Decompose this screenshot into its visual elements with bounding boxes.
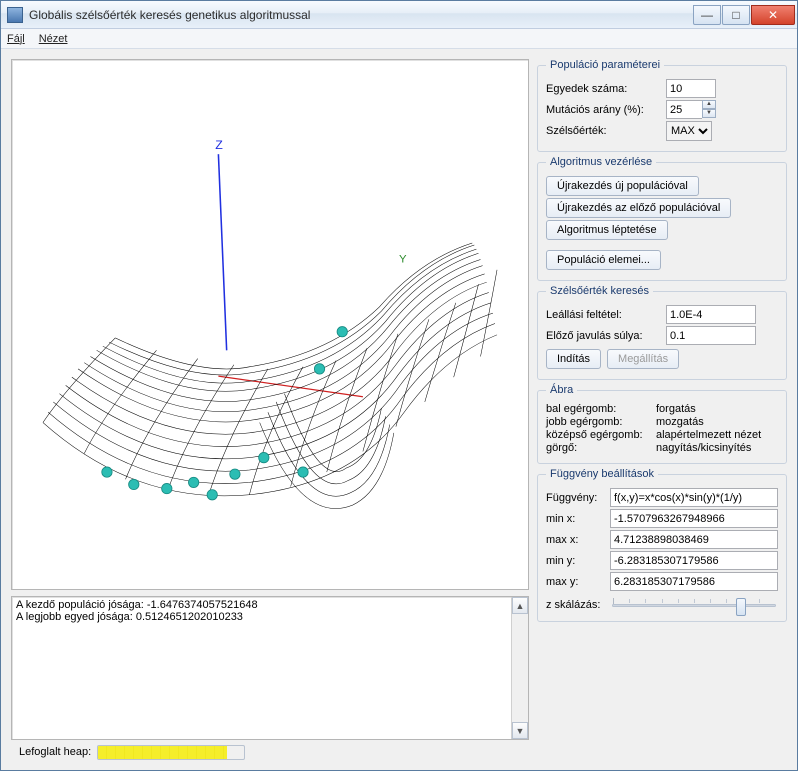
svg-text:Y: Y — [399, 254, 407, 266]
surface-plot[interactable]: Z Y — [11, 59, 529, 590]
statusbar: Lefoglalt heap: — [11, 740, 787, 764]
surface-svg: Z Y — [12, 60, 528, 589]
population-group: Populáció paraméterei Egyedek száma: Mut… — [537, 59, 787, 152]
count-label: Egyedek száma: — [546, 83, 660, 95]
log-line-1: A kezdő populáció jósága: -1.64763740575… — [16, 599, 524, 611]
hint-left-value: forgatás — [656, 403, 696, 415]
menu-file[interactable]: Fájl — [7, 33, 25, 45]
figure-legend: Ábra — [546, 384, 577, 396]
figure-group: Ábra bal egérgomb:forgatás jobb egérgomb… — [537, 384, 787, 464]
minimize-button[interactable]: — — [693, 5, 721, 25]
mutation-label: Mutációs arány (%): — [546, 104, 660, 116]
zscale-slider[interactable] — [610, 604, 778, 607]
slider-thumb[interactable] — [736, 598, 746, 616]
hint-middle-value: alapértelmezett nézet — [656, 429, 761, 441]
minx-label: min x: — [546, 513, 604, 525]
spin-up-icon[interactable]: ▲ — [702, 100, 716, 109]
count-input[interactable] — [666, 79, 716, 98]
hint-wheel-label: görgő: — [546, 442, 656, 454]
start-button[interactable]: Indítás — [546, 349, 601, 369]
left-column: Z Y — [11, 59, 529, 740]
restart-prev-button[interactable]: Újrakezdés az előző populációval — [546, 198, 731, 218]
extreme-select[interactable]: MAX — [666, 121, 712, 141]
titlebar: Globális szélsőérték keresés genetikus a… — [1, 1, 797, 29]
close-button[interactable]: ✕ — [751, 5, 795, 25]
step-button[interactable]: Algoritmus léptetése — [546, 220, 668, 240]
prev-weight-input[interactable] — [666, 326, 756, 345]
maxy-label: max y: — [546, 576, 604, 588]
window-title: Globális szélsőérték keresés genetikus a… — [29, 8, 692, 22]
restart-new-button[interactable]: Újrakezdés új populációval — [546, 176, 699, 196]
client-area: Z Y — [1, 49, 797, 770]
heap-label: Lefoglalt heap: — [19, 746, 91, 758]
prev-weight-label: Előző javulás súlya: — [546, 330, 660, 342]
log-scrollbar[interactable]: ▲ ▼ — [511, 597, 528, 739]
elements-button[interactable]: Populáció elemei... — [546, 250, 661, 270]
mutation-spinner[interactable]: ▲ ▼ — [666, 100, 716, 119]
function-group: Függvény beállítások Függvény: min x: ma… — [537, 468, 787, 622]
zscale-label: z skálázás: — [546, 599, 604, 611]
heap-progress-fill — [98, 746, 226, 759]
menubar: Fájl Nézet — [1, 29, 797, 49]
hint-middle-label: középső egérgomb: — [546, 429, 656, 441]
hint-wheel-value: nagyítás/kicsinyítés — [656, 442, 751, 454]
hint-right-value: mozgatás — [656, 416, 704, 428]
mutation-input[interactable] — [666, 100, 702, 119]
stop-label: Leállási feltétel: — [546, 309, 660, 321]
population-legend: Populáció paraméterei — [546, 59, 664, 71]
fn-label: Függvény: — [546, 492, 604, 504]
svg-text:Z: Z — [215, 138, 223, 152]
minx-input[interactable] — [610, 509, 778, 528]
spin-down-icon[interactable]: ▼ — [702, 109, 716, 118]
miny-input[interactable] — [610, 551, 778, 570]
scroll-down-icon[interactable]: ▼ — [512, 722, 528, 739]
app-icon — [7, 7, 23, 23]
menu-view[interactable]: Nézet — [39, 33, 68, 45]
window-controls: — □ ✕ — [692, 5, 795, 25]
maximize-button[interactable]: □ — [722, 5, 750, 25]
main-row: Z Y — [11, 59, 787, 740]
control-legend: Algoritmus vezérlése — [546, 156, 656, 168]
function-legend: Függvény beállítások — [546, 468, 658, 480]
hint-right-label: jobb egérgomb: — [546, 416, 656, 428]
scroll-up-icon[interactable]: ▲ — [512, 597, 528, 614]
extreme-label: Szélsőérték: — [546, 125, 660, 137]
app-window: Globális szélsőérték keresés genetikus a… — [0, 0, 798, 771]
right-column: Populáció paraméterei Egyedek száma: Mut… — [537, 59, 787, 740]
hint-left-label: bal egérgomb: — [546, 403, 656, 415]
fn-input[interactable] — [610, 488, 778, 507]
stop-button[interactable]: Megállítás — [607, 349, 679, 369]
maxx-input[interactable] — [610, 530, 778, 549]
stop-input[interactable] — [666, 305, 756, 324]
log-panel: A kezdő populáció jósága: -1.64763740575… — [11, 596, 529, 740]
maxx-label: max x: — [546, 534, 604, 546]
control-group: Algoritmus vezérlése Újrakezdés új popul… — [537, 156, 787, 281]
heap-progress — [97, 745, 245, 760]
search-group: Szélsőérték keresés Leállási feltétel: E… — [537, 285, 787, 380]
search-legend: Szélsőérték keresés — [546, 285, 653, 297]
maxy-input[interactable] — [610, 572, 778, 591]
log-line-2: A legjobb egyed jósága: 0.51246512020102… — [16, 611, 524, 623]
miny-label: min y: — [546, 555, 604, 567]
